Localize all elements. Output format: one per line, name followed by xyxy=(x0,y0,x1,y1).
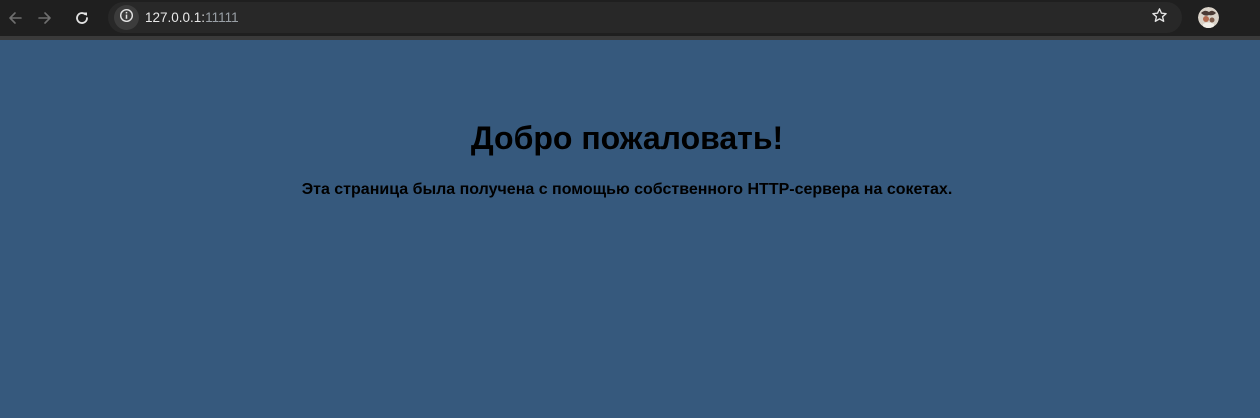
url-text[interactable]: 127.0.0.1:11111 xyxy=(145,9,239,26)
arrow-left-icon xyxy=(7,10,23,26)
bookmark-button[interactable] xyxy=(1146,5,1172,31)
arrow-right-icon xyxy=(37,10,53,26)
browser-menu-button[interactable] xyxy=(1230,6,1254,30)
page-description: Эта страница была получена с помощью соб… xyxy=(301,181,953,198)
url-host: 127.0.0.1: xyxy=(145,10,206,25)
address-bar[interactable]: 127.0.0.1:11111 xyxy=(108,2,1182,33)
page-content: Добро пожаловать! Эта страница была полу… xyxy=(0,40,1260,418)
avatar[interactable] xyxy=(1198,7,1219,28)
browser-toolbar: 127.0.0.1:11111 xyxy=(0,0,1260,36)
forward-button[interactable] xyxy=(31,4,59,32)
star-icon xyxy=(1151,7,1168,29)
reload-button[interactable] xyxy=(68,4,96,32)
back-button[interactable] xyxy=(1,4,29,32)
reload-icon xyxy=(74,10,90,26)
info-icon xyxy=(119,8,134,28)
page-title: Добро пожаловать! xyxy=(470,120,784,156)
url-port: 11111 xyxy=(205,10,239,25)
site-info-button[interactable] xyxy=(114,5,139,30)
